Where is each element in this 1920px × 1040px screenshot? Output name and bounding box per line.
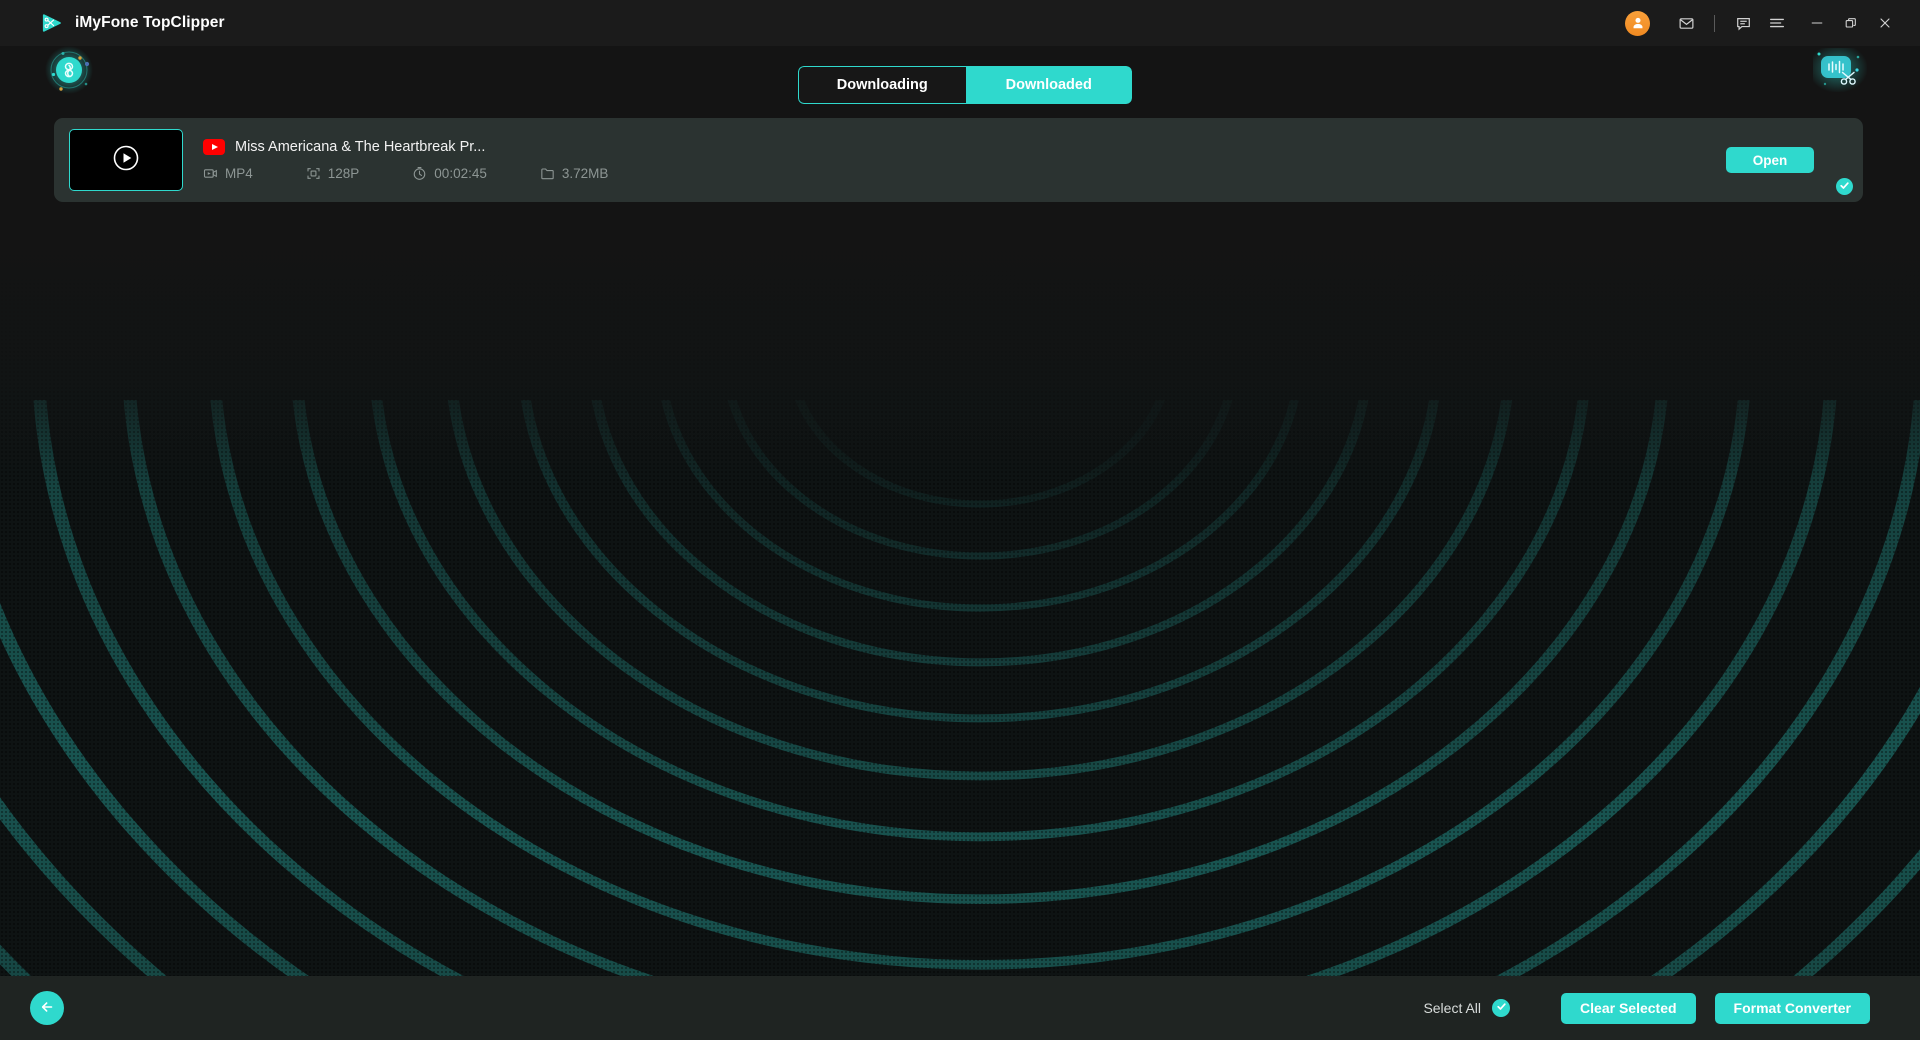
duration-value: 00:02:45 — [434, 166, 487, 181]
format-converter-button[interactable]: Format Converter — [1715, 993, 1870, 1024]
clock-icon — [412, 166, 427, 181]
open-button[interactable]: Open — [1726, 147, 1814, 173]
play-circle-icon — [112, 144, 140, 177]
close-icon[interactable] — [1868, 6, 1902, 40]
youtube-icon — [203, 139, 225, 155]
maximize-restore-icon[interactable] — [1834, 6, 1868, 40]
check-circle-icon — [1839, 178, 1850, 196]
meta-size: 3.72MB — [540, 166, 609, 181]
waveform-scissors-clip-icon[interactable] — [1813, 48, 1867, 92]
video-file-icon — [203, 166, 218, 181]
folder-icon — [540, 166, 555, 181]
arrow-left-icon — [38, 998, 56, 1019]
meta-resolution: 128P — [306, 166, 360, 181]
titlebar-divider — [1714, 15, 1715, 32]
list-item[interactable]: Miss Americana & The Heartbreak Pr... MP… — [54, 118, 1863, 202]
user-avatar-icon[interactable] — [1625, 11, 1650, 36]
download-status-tabs: Downloading Downloaded — [798, 66, 1132, 104]
format-value: MP4 — [225, 166, 253, 181]
meta-format: MP4 — [203, 166, 253, 181]
footer-actions: Select All Clear Selected Format Convert… — [1423, 993, 1870, 1024]
tab-downloading[interactable]: Downloading — [798, 66, 966, 104]
tab-downloaded[interactable]: Downloaded — [966, 66, 1133, 104]
item-select-checkbox[interactable] — [1836, 178, 1853, 195]
video-title: Miss Americana & The Heartbreak Pr... — [235, 139, 485, 155]
back-button[interactable] — [30, 991, 64, 1025]
select-all-checkbox[interactable] — [1492, 999, 1510, 1017]
mail-icon[interactable] — [1669, 6, 1703, 40]
select-all-label: Select All — [1423, 1000, 1481, 1016]
item-title-row: Miss Americana & The Heartbreak Pr... — [203, 139, 1726, 155]
hamburger-menu-icon[interactable] — [1760, 6, 1794, 40]
title-bar-controls — [1625, 6, 1902, 40]
check-circle-icon — [1496, 999, 1507, 1017]
chain-link-icon[interactable] — [43, 44, 95, 96]
play-scissors-logo-icon — [40, 11, 64, 35]
brand: iMyFone TopClipper — [40, 11, 225, 35]
video-thumbnail[interactable] — [69, 129, 183, 191]
item-info: Miss Americana & The Heartbreak Pr... MP… — [203, 139, 1726, 181]
resolution-value: 128P — [328, 166, 360, 181]
application-window: iMyFone TopClipper — [0, 0, 1920, 1040]
clear-selected-button[interactable]: Clear Selected — [1561, 993, 1696, 1024]
meta-duration: 00:02:45 — [412, 166, 487, 181]
size-value: 3.72MB — [562, 166, 609, 181]
select-all-control[interactable]: Select All — [1423, 999, 1510, 1017]
downloaded-list: Miss Americana & The Heartbreak Pr... MP… — [54, 118, 1863, 202]
app-title: iMyFone TopClipper — [75, 14, 225, 32]
background-top-fade — [0, 46, 1920, 486]
minimize-icon[interactable] — [1800, 6, 1834, 40]
footer-bar: Select All Clear Selected Format Convert… — [0, 976, 1920, 1040]
item-metadata: MP4 128P — [203, 166, 1726, 181]
chat-bubble-icon[interactable] — [1726, 6, 1760, 40]
title-bar: iMyFone TopClipper — [0, 0, 1920, 46]
resolution-frame-icon — [306, 166, 321, 181]
